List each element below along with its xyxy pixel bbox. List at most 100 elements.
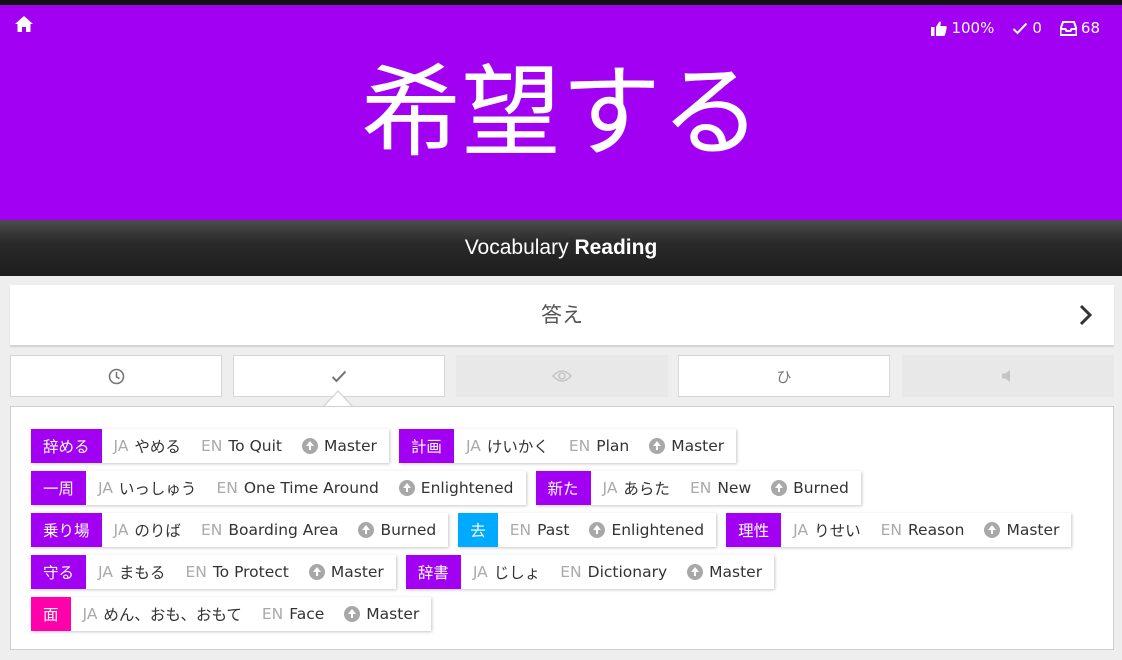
srs-arrow-icon [398, 480, 415, 496]
item-reading: まもる [118, 564, 166, 582]
check-icon [1013, 22, 1028, 34]
tab-audio[interactable] [902, 355, 1114, 397]
srs-arrow-icon [344, 606, 361, 622]
ja-label: JA [793, 521, 809, 539]
ja-label: JA [113, 437, 129, 455]
srs-arrow-icon [589, 522, 606, 538]
item-details: JA まもる EN To Protect Master [86, 555, 396, 589]
item-reading: じしょ [493, 564, 541, 582]
item-details: JA りせい EN Reason Master [781, 513, 1071, 547]
en-label: EN [200, 521, 223, 539]
list-item[interactable]: 面 JA めん、おも、おもて EN Face Master [31, 597, 432, 631]
item-reading: やめる [134, 438, 181, 456]
srs-arrow-icon [984, 522, 1001, 538]
item-meaning: Reason [907, 521, 965, 539]
clock-icon [108, 368, 124, 384]
item-srs-level: Enlightened [611, 521, 705, 539]
item-characters: 去 [458, 513, 498, 547]
list-item[interactable]: 辞書 JA じしょ EN Dictionary Master [405, 555, 775, 589]
speaker-icon [1002, 370, 1010, 382]
item-details: JA あらた EN New Burned [591, 471, 861, 505]
prompt-area: 100% 0 68 希望する [0, 5, 1122, 220]
en-label: EN [560, 563, 582, 581]
active-tab-pointer [322, 390, 354, 408]
srs-arrow-icon [771, 480, 788, 496]
list-item[interactable]: 去 EN Past Enlightened [458, 513, 717, 547]
srs-arrow-icon [687, 564, 704, 580]
item-meaning: Dictionary [587, 563, 668, 581]
tab-kana-chart[interactable]: ひ [678, 355, 890, 397]
ja-label: JA [472, 563, 488, 581]
list-item[interactable]: 守る JA まもる EN To Protect Master [31, 555, 396, 589]
percent-value: 100% [951, 19, 995, 37]
item-reading: あらた [623, 480, 670, 498]
list-item[interactable]: 理性 JA りせい EN Reason Master [726, 513, 1072, 547]
item-characters: 計画 [398, 429, 454, 463]
list-item[interactable]: 計画 JA けいかく EN Plan Master [398, 429, 737, 463]
remaining-count: 68 [1080, 19, 1100, 37]
en-label: EN [689, 479, 712, 497]
item-srs-level: Master [366, 605, 420, 623]
list-item[interactable]: 一周 JA いっしゅう EN One Time Around Enlightened [31, 471, 526, 505]
item-srs-level: Master [671, 437, 725, 455]
tab-item-info[interactable] [456, 355, 668, 397]
srs-arrow-icon [308, 564, 325, 580]
kana-label: ひ [776, 367, 792, 386]
item-meaning: Past [537, 521, 570, 539]
item-details: JA やめる EN To Quit Master [102, 429, 389, 463]
eye-icon [552, 370, 572, 382]
item-characters: 守る [31, 555, 87, 589]
home-icon[interactable] [14, 15, 36, 35]
check-icon [331, 370, 347, 382]
session-items-panel: 辞める JA やめる EN To Quit Master 計画 JA けいかく EN Plan Mas… [10, 406, 1114, 650]
item-srs-level: Master [330, 563, 384, 581]
item-characters: 一周 [31, 471, 87, 505]
item-srs-level: Master [323, 437, 377, 455]
en-label: EN [185, 563, 207, 581]
item-characters: 辞める [31, 429, 102, 463]
submit-button[interactable] [1074, 303, 1098, 327]
answer-form: 答え [10, 285, 1114, 345]
item-meaning: One Time Around [243, 479, 379, 497]
item-characters: 理性 [726, 513, 782, 547]
ja-label: JA [98, 563, 113, 581]
item-details: JA じしょ EN Dictionary Master [461, 555, 774, 589]
srs-arrow-icon [649, 438, 666, 454]
ja-label: JA [465, 437, 481, 455]
remaining-stat: 68 [1059, 19, 1100, 37]
item-srs-level: Burned [793, 479, 849, 497]
item-details: JA のりば EN Boarding Area Burned [102, 513, 449, 547]
ja-label: JA [98, 479, 113, 497]
item-srs-level: Master [1006, 521, 1060, 539]
item-srs-level: Burned [380, 521, 437, 539]
correct-stat: 0 [1012, 19, 1042, 37]
tab-last-items[interactable] [10, 355, 222, 397]
item-srs-level: Enlightened [420, 479, 514, 497]
item-meaning: To Protect [212, 563, 289, 581]
en-label: EN [261, 605, 284, 623]
option-tabs: ひ [10, 355, 1114, 397]
srs-arrow-icon [301, 438, 318, 454]
en-label: EN [568, 437, 591, 455]
item-srs-level: Master [709, 563, 763, 581]
prompt-characters: 希望する [361, 54, 761, 171]
chevron-right-icon [1079, 304, 1093, 326]
correct-count: 0 [1032, 19, 1042, 37]
inbox-icon [1059, 20, 1077, 36]
list-item[interactable]: 乗り場 JA のりば EN Boarding Area Burned [31, 513, 449, 547]
srs-arrow-icon [358, 522, 375, 538]
item-meaning: New [717, 479, 752, 497]
thumbs-up-icon [931, 21, 948, 36]
answer-input[interactable]: 答え [10, 285, 1114, 345]
percent-stat: 100% [931, 19, 994, 37]
list-item[interactable]: 新た JA あらた EN New Burned [535, 471, 861, 505]
ja-label: JA [113, 521, 129, 539]
item-details: EN Past Enlightened [498, 513, 716, 547]
list-item[interactable]: 辞める JA やめる EN To Quit Master [31, 429, 389, 463]
ja-label: JA [82, 605, 98, 623]
question-mode: Reading [574, 236, 658, 259]
item-reading: いっしゅう [118, 480, 197, 498]
item-characters: 新た [535, 471, 591, 505]
item-meaning: Plan [596, 437, 630, 455]
item-characters: 面 [31, 597, 71, 631]
